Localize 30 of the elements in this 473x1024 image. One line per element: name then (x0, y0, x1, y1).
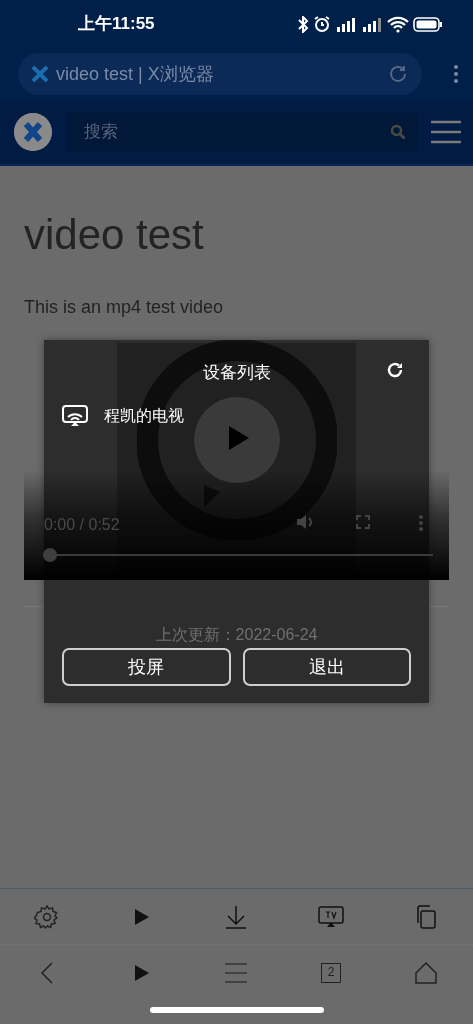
signal-icon (361, 15, 383, 33)
more-icon[interactable] (418, 514, 424, 533)
more-icon[interactable] (453, 64, 459, 84)
device-name[interactable]: 程凯的电视 (104, 404, 184, 428)
last-updated-text: 上次更新：2022-06-24 (155, 626, 318, 644)
signal-icon (335, 15, 357, 33)
cast-button[interactable]: 投屏 (62, 648, 231, 686)
dialog-title: 设备列表 (202, 363, 271, 382)
fullscreen-icon[interactable] (356, 515, 370, 530)
page-title: video test | X浏览器 (56, 62, 215, 86)
play-icon[interactable] (137, 340, 337, 541)
menu-icon[interactable] (431, 120, 461, 144)
wifi-icon (387, 15, 409, 33)
alarm-icon (313, 15, 331, 33)
logo-icon (32, 66, 48, 82)
progress-thumb[interactable] (43, 548, 57, 563)
exit-button[interactable]: 退出 (242, 648, 411, 686)
battery-icon (413, 16, 443, 32)
video-time: 0:00 / 0:52 (44, 515, 120, 536)
paragraph: This is an mp4 test video (24, 296, 225, 320)
refresh-icon[interactable] (385, 360, 405, 380)
site-logo[interactable] (14, 113, 52, 151)
bluetooth-icon (297, 15, 309, 33)
address-bar[interactable]: video test | X浏览器 (18, 53, 422, 95)
page-heading: video test (24, 210, 205, 260)
cast-icon (62, 405, 88, 427)
search-field[interactable]: 搜索 (65, 113, 418, 151)
status-time: 上午11:55 (78, 13, 155, 36)
search-icon[interactable] (389, 124, 406, 140)
reload-icon[interactable] (388, 64, 408, 84)
